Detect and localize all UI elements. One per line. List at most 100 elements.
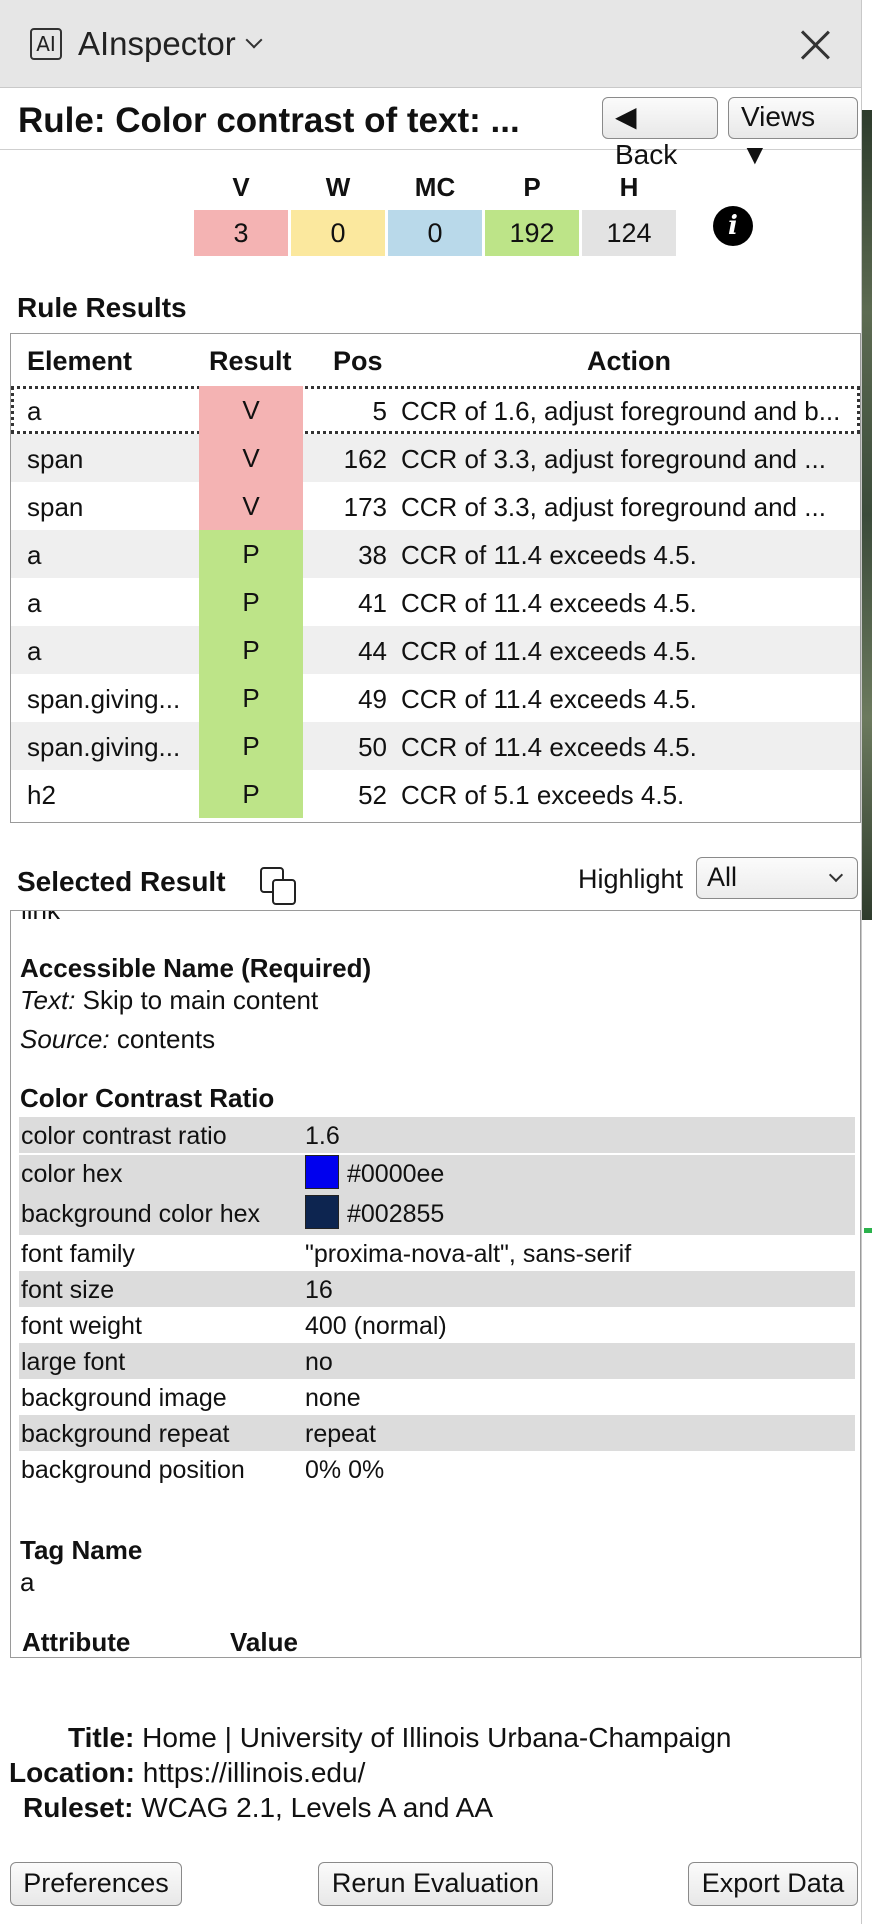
table-row[interactable]: a P 38 CCR of 11.4 exceeds 4.5. (11, 530, 860, 578)
action-cell: CCR of 11.4 exceeds 4.5. (401, 588, 697, 618)
accessible-name-heading: Accessible Name (Required) (20, 953, 372, 983)
value-column-header: Value (230, 1627, 298, 1657)
column-header-action[interactable]: Action (587, 346, 671, 377)
table-row[interactable]: span V 162 CCR of 3.3, adjust foreground an… (11, 434, 860, 482)
rule-results-heading: Rule Results (17, 292, 187, 323)
table-row[interactable]: a P 44 CCR of 11.4 exceeds 4.5. (11, 626, 860, 674)
action-cell: CCR of 11.4 exceeds 4.5. (401, 540, 697, 570)
table-row[interactable]: h2 P 52 CCR of 5.1 exceeds 4.5. (11, 770, 860, 818)
summary-value: 0 (388, 210, 482, 256)
table-row[interactable]: a P 41 CCR of 11.4 exceeds 4.5. (11, 578, 860, 626)
summary-label: V (232, 172, 250, 202)
result-cell: P (199, 626, 303, 674)
table-row[interactable]: a V 5 CCR of 1.6, adjust foreground and b..… (11, 386, 860, 434)
element-cell: span.giving... (27, 732, 181, 762)
property-value: 0% 0% (305, 1456, 385, 1484)
result-cell: P (199, 674, 303, 722)
summary-value: 124 (582, 210, 676, 256)
app-title[interactable]: AInspector (78, 25, 236, 63)
column-header-result[interactable]: Result (209, 346, 292, 377)
preferences-button[interactable]: Preferences (10, 1862, 182, 1906)
property-value: "proxima-nova-alt", sans-serif (305, 1240, 632, 1268)
property-value-cell: none (305, 1384, 361, 1413)
summary-label: MC (414, 172, 456, 202)
attribute-column-header: Attribute (22, 1627, 131, 1657)
property-value: #002855 (347, 1200, 445, 1228)
chevron-down-icon[interactable] (245, 31, 263, 48)
pos-cell: 162 (343, 444, 387, 474)
summary-label: P (523, 172, 541, 202)
property-value: repeat (305, 1420, 376, 1448)
tag-name-heading: Tag Name (20, 1535, 143, 1565)
result-cell: P (199, 578, 303, 626)
column-header-element[interactable]: Element (27, 346, 132, 377)
table-row[interactable]: span.giving... P 49 CCR of 11.4 exceeds 4.5… (11, 674, 860, 722)
property-row: background position 0% 0% (19, 1451, 855, 1487)
export-data-button[interactable]: Export Data (688, 1862, 858, 1906)
tag-name-value: a (20, 1567, 35, 1597)
property-value: 1.6 (305, 1122, 340, 1150)
property-row: background color hex #002855 (19, 1195, 855, 1235)
property-key: background repeat (21, 1420, 230, 1448)
property-row: color hex #0000ee (19, 1155, 855, 1195)
pos-cell: 52 (358, 780, 387, 810)
column-header-pos[interactable]: Pos (333, 346, 383, 377)
rule-results-table: Element Result Pos Action a V 5 CCR of 1.6,… (10, 333, 861, 823)
ainspector-panel: AI AInspector Rule: Color contrast of te… (0, 0, 862, 1924)
property-value: none (305, 1384, 361, 1412)
close-icon[interactable] (795, 24, 835, 64)
host-page-image (862, 110, 872, 920)
table-header: Element Result Pos Action (11, 334, 860, 386)
property-value-cell: no (305, 1348, 333, 1377)
ai-logo-icon: AI (30, 27, 62, 60)
property-row: font size 16 (19, 1271, 855, 1307)
highlight-select-value: All (707, 862, 738, 892)
selected-result-details[interactable]: link Accessible Name (Required) Text: Sk… (10, 910, 861, 1658)
element-cell: a (27, 636, 42, 666)
property-row: large font no (19, 1343, 855, 1379)
title-bar: AI AInspector (0, 0, 861, 88)
element-cell: span (27, 492, 84, 522)
element-cell: h2 (27, 780, 56, 810)
host-page-accent (864, 1228, 872, 1233)
element-cell: a (27, 540, 42, 570)
summary-hidden: H 124 (582, 170, 676, 256)
back-button[interactable]: ◀ Back (602, 97, 718, 170)
summary-value: 192 (485, 210, 579, 256)
page-title-info: Title: Home | University of Illinois Urb… (68, 1722, 732, 1753)
action-cell: CCR of 11.4 exceeds 4.5. (401, 732, 697, 762)
result-cell: V (199, 434, 303, 482)
summary-value: 3 (194, 210, 288, 256)
property-key: background image (21, 1384, 227, 1412)
result-cell: P (199, 770, 303, 818)
property-value: 16 (305, 1276, 333, 1304)
views-button[interactable]: Views ▼ (728, 97, 858, 170)
property-row: font weight 400 (normal) (19, 1307, 855, 1343)
property-value-cell: 1.6 (305, 1122, 340, 1151)
pos-cell: 41 (358, 588, 387, 618)
table-row[interactable]: span.giving... P 50 CCR of 11.4 exceeds 4.5… (11, 722, 860, 770)
info-icon[interactable]: i (713, 206, 753, 246)
property-key: color hex (21, 1160, 123, 1188)
property-key: font weight (21, 1312, 142, 1340)
element-cell: span.giving... (27, 684, 181, 714)
property-value-cell: "proxima-nova-alt", sans-serif (305, 1240, 631, 1269)
pos-cell: 38 (358, 540, 387, 570)
highlight-select[interactable]: All (696, 857, 858, 899)
result-cell: V (199, 482, 303, 530)
accessible-name-source: Source: contents (20, 1024, 216, 1054)
summary-passed: P 192 (485, 170, 579, 256)
summary-value: 0 (291, 210, 385, 256)
rerun-evaluation-button[interactable]: Rerun Evaluation (318, 1862, 553, 1906)
property-value: 400 (normal) (305, 1312, 447, 1340)
copy-icon[interactable] (260, 867, 298, 905)
color-swatch (305, 1155, 339, 1190)
property-value-cell: repeat (305, 1420, 376, 1449)
pos-cell: 49 (358, 684, 387, 714)
color-contrast-heading: Color Contrast Ratio (20, 1083, 275, 1113)
property-row: background repeat repeat (19, 1415, 855, 1451)
action-cell: CCR of 11.4 exceeds 4.5. (401, 684, 697, 714)
table-row[interactable]: span V 173 CCR of 3.3, adjust foreground an… (11, 482, 860, 530)
summary-label: W (325, 172, 351, 202)
property-key: large font (21, 1348, 126, 1376)
